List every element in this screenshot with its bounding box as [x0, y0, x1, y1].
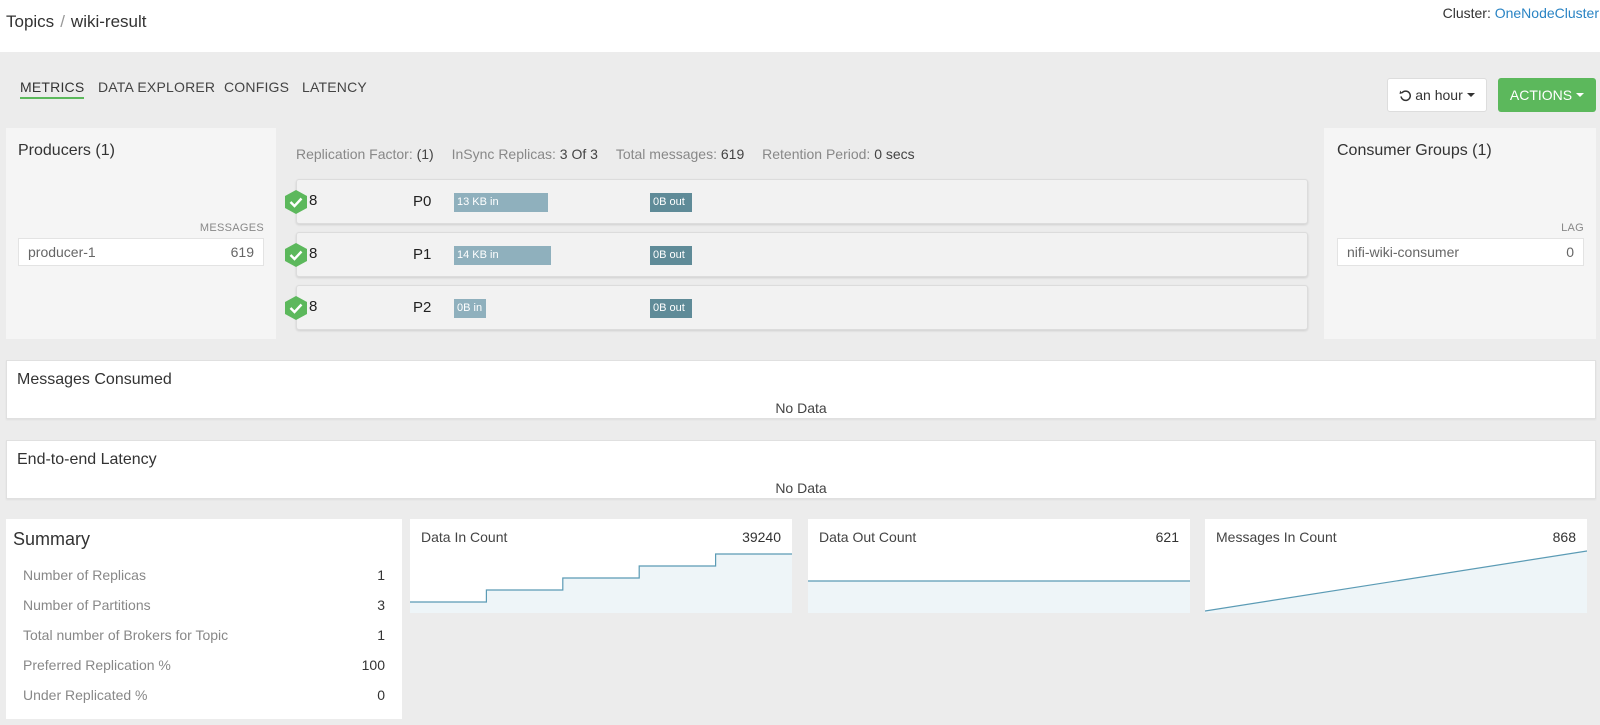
producer-row[interactable]: producer-1 619: [18, 238, 264, 266]
summary-row: Preferred Replication % 100: [23, 657, 385, 673]
partition-row[interactable]: 8 P1 14 KB in 0B out: [285, 232, 1308, 277]
consumer-groups-title: Consumer Groups (1): [1337, 142, 1492, 159]
summary-label: Number of Replicas: [23, 567, 146, 583]
summary-row: Number of Replicas 1: [23, 567, 385, 583]
metric-value: 39240: [742, 529, 781, 545]
breadcrumb-current: wiki-result: [70, 12, 147, 31]
metric-value: 868: [1552, 529, 1576, 545]
chevron-down-icon: [1466, 93, 1475, 97]
producers-title: Producers (1): [18, 142, 115, 159]
summary-label: Total number of Brokers for Topic: [23, 627, 229, 643]
insync-value: 3 Of 3: [559, 146, 598, 162]
total-messages-label: Total messages:: [615, 146, 717, 162]
consumer-groups-panel: Consumer Groups (1) LAG nifi-wiki-consum…: [1324, 128, 1596, 339]
partition-row[interactable]: 8 P0 13 KB in 0B out: [285, 179, 1308, 224]
actions-button[interactable]: ACTIONS: [1498, 78, 1596, 112]
chevron-down-icon: [1576, 93, 1585, 97]
replication-factor-label: Replication Factor:: [296, 146, 413, 162]
replication-factor-value: (1): [416, 146, 434, 162]
partition-name: P0: [413, 193, 432, 210]
tab-configs[interactable]: CONFIGS: [224, 79, 289, 95]
metric-value: 621: [1155, 529, 1179, 545]
bytes-out-bar: 0B out: [650, 246, 692, 265]
producer-name: producer-1: [28, 244, 96, 260]
refresh-icon: [1399, 89, 1412, 101]
bytes-in-bar: 14 KB in: [454, 246, 551, 265]
messages-consumed-card: Messages Consumed No Data: [6, 360, 1596, 419]
summary-value: 0: [377, 687, 385, 703]
cluster-label: Cluster:: [1442, 5, 1491, 21]
sparkline-area: [410, 554, 792, 613]
top-bar: [0, 0, 1600, 52]
metric-title: Data In Count: [421, 529, 508, 545]
data-out-count-card: Data Out Count 621: [808, 519, 1190, 613]
shield-check-icon: [285, 296, 307, 320]
tab-metrics[interactable]: METRICS: [20, 79, 85, 99]
summary-label: Number of Partitions: [23, 597, 151, 613]
actions-label: ACTIONS: [1509, 87, 1573, 103]
replica-count: 8: [309, 245, 318, 262]
replica-count: 8: [309, 298, 318, 315]
summary-value: 1: [377, 567, 385, 583]
tab-data-explorer[interactable]: DATA EXPLORER: [98, 79, 215, 95]
e2e-latency-card: End-to-end Latency No Data: [6, 440, 1596, 499]
summary-value: 100: [361, 657, 385, 673]
cluster-link[interactable]: OneNodeCluster: [1495, 5, 1599, 21]
summary-value: 3: [377, 597, 385, 613]
e2e-latency-empty: No Data: [775, 480, 827, 496]
bytes-in-bar: 13 KB in: [454, 193, 548, 212]
summary-label: Preferred Replication %: [23, 657, 171, 673]
summary-panel: Summary Number of Replicas 1 Number of P…: [6, 519, 402, 719]
bytes-out-bar: 0B out: [650, 299, 692, 318]
retention-value: 0 secs: [874, 146, 915, 162]
insync-label: InSync Replicas:: [451, 146, 556, 162]
topic-stats: Replication Factor: (1) InSync Replicas:…: [296, 146, 915, 162]
shield-check-icon: [285, 243, 307, 267]
partition-row[interactable]: 8 P2 0B in 0B out: [285, 285, 1308, 330]
producer-messages: 619: [230, 244, 254, 260]
shield-check-icon: [285, 190, 307, 214]
messages-consumed-title: Messages Consumed: [17, 371, 172, 388]
messages-consumed-empty: No Data: [775, 400, 827, 416]
partition-name: P2: [413, 299, 432, 316]
retention-label: Retention Period:: [762, 146, 871, 162]
bytes-in-bar: 0B in: [454, 299, 486, 318]
partition-name: P1: [413, 246, 432, 263]
sparkline-area: [808, 581, 1190, 613]
summary-title: Summary: [13, 529, 91, 549]
bytes-out-bar: 0B out: [650, 193, 692, 212]
summary-row: Number of Partitions 3: [23, 597, 385, 613]
breadcrumb: Topics / wiki-result: [6, 12, 146, 32]
summary-row: Under Replicated % 0: [23, 687, 385, 703]
producers-panel: Producers (1) MESSAGES producer-1 619: [6, 128, 276, 339]
breadcrumb-topics-link[interactable]: Topics: [6, 12, 54, 31]
metric-title: Data Out Count: [819, 529, 917, 545]
cluster-indicator: Cluster: OneNodeCluster: [1443, 5, 1599, 21]
time-range-label: an hour: [1415, 87, 1463, 103]
summary-label: Under Replicated %: [23, 687, 148, 703]
tab-latency[interactable]: LATENCY: [302, 79, 367, 95]
data-in-count-card: Data In Count 39240: [410, 519, 792, 613]
messages-in-count-card: Messages In Count 868: [1205, 519, 1587, 613]
partitions-area: Replication Factor: (1) InSync Replicas:…: [276, 128, 1324, 339]
lag-column-label: LAG: [1561, 222, 1584, 234]
consumer-group-lag: 0: [1566, 244, 1574, 260]
summary-row: Total number of Brokers for Topic 1: [23, 627, 385, 643]
time-range-dropdown[interactable]: an hour: [1387, 78, 1487, 112]
replica-count: 8: [309, 192, 318, 209]
consumer-group-row[interactable]: nifi-wiki-consumer 0: [1337, 238, 1584, 266]
messages-column-label: MESSAGES: [199, 222, 264, 234]
total-messages-value: 619: [720, 146, 745, 162]
summary-value: 1: [377, 627, 385, 643]
metric-title: Messages In Count: [1216, 529, 1337, 545]
breadcrumb-separator: /: [60, 12, 65, 31]
e2e-latency-title: End-to-end Latency: [17, 451, 157, 468]
consumer-group-name: nifi-wiki-consumer: [1347, 244, 1460, 260]
